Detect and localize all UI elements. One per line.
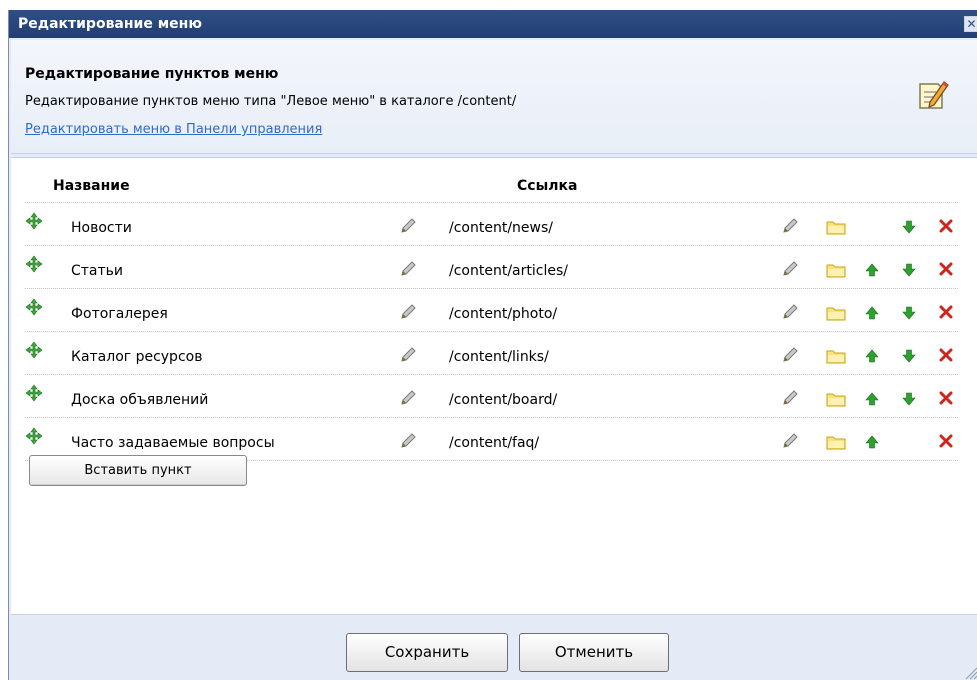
menu-item-link: /content/photo/ (449, 306, 558, 322)
edit-link-pencil-icon[interactable] (781, 432, 799, 450)
menu-item-row: Фотогалерея /content/photo/ (25, 289, 958, 332)
menu-item-link: /content/faq/ (449, 435, 540, 451)
edit-note-icon (919, 81, 949, 109)
menu-item-row: Каталог ресурсов /content/links/ (25, 332, 958, 375)
menu-item-link: /content/links/ (449, 349, 549, 365)
delete-icon[interactable] (939, 391, 953, 405)
delete-icon[interactable] (939, 348, 953, 362)
menu-item-name: Новости (71, 220, 132, 236)
move-icon[interactable] (25, 212, 43, 230)
dialog-titlebar[interactable]: Редактирование меню (9, 10, 977, 38)
edit-link-pencil-icon[interactable] (781, 346, 799, 364)
move-icon[interactable] (25, 298, 43, 316)
edit-link-pencil-icon[interactable] (781, 260, 799, 278)
menu-item-name: Фотогалерея (71, 306, 168, 322)
move-up-arrow-icon[interactable] (865, 306, 879, 320)
move-down-arrow-icon[interactable] (902, 263, 916, 277)
edit-name-pencil-icon[interactable] (399, 303, 417, 321)
move-down-arrow-icon[interactable] (902, 392, 916, 406)
control-panel-link[interactable]: Редактировать меню в Панели управления (25, 122, 322, 137)
delete-icon[interactable] (939, 434, 953, 448)
menu-items-panel: Название Ссылка Новости /content/news/ С… (11, 157, 977, 615)
delete-icon[interactable] (939, 262, 953, 276)
menu-item-name: Часто задаваемые вопросы (71, 435, 275, 451)
menu-item-link: /content/news/ (449, 220, 553, 236)
edit-name-pencil-icon[interactable] (399, 432, 417, 450)
folder-icon[interactable] (826, 219, 846, 235)
menu-item-row: Статьи /content/articles/ (25, 246, 958, 289)
folder-icon[interactable] (826, 262, 846, 278)
menu-item-row: Новости /content/news/ (25, 203, 958, 246)
menu-item-name: Статьи (71, 263, 124, 279)
edit-link-pencil-icon[interactable] (781, 389, 799, 407)
menu-item-link: /content/articles/ (449, 263, 568, 279)
move-up-arrow-icon[interactable] (865, 392, 879, 406)
delete-icon[interactable] (939, 219, 953, 233)
dialog-title: Редактирование меню (18, 16, 202, 32)
edit-name-pencil-icon[interactable] (399, 389, 417, 407)
menu-item-name: Доска объявлений (71, 392, 209, 408)
insert-item-button[interactable]: Вставить пункт (29, 455, 247, 486)
menu-item-name: Каталог ресурсов (71, 349, 203, 365)
folder-icon[interactable] (826, 305, 846, 321)
move-up-arrow-icon[interactable] (865, 349, 879, 363)
column-header-name: Название (53, 178, 130, 194)
edit-name-pencil-icon[interactable] (399, 260, 417, 278)
cancel-button[interactable]: Отменить (519, 633, 669, 672)
delete-icon[interactable] (939, 305, 953, 319)
header-title: Редактирование пунктов меню (25, 66, 279, 82)
menu-edit-dialog: Редактирование меню ✕ Редактирование пун… (8, 10, 977, 680)
move-down-arrow-icon[interactable] (902, 220, 916, 234)
move-up-arrow-icon[interactable] (865, 263, 879, 277)
folder-icon[interactable] (826, 434, 846, 450)
edit-link-pencil-icon[interactable] (781, 217, 799, 235)
folder-icon[interactable] (826, 348, 846, 364)
edit-name-pencil-icon[interactable] (399, 217, 417, 235)
move-down-arrow-icon[interactable] (902, 306, 916, 320)
menu-item-link: /content/board/ (449, 392, 558, 408)
move-down-arrow-icon[interactable] (902, 349, 916, 363)
move-icon[interactable] (25, 341, 43, 359)
dialog-header: Редактирование пунктов меню Редактирован… (11, 40, 977, 154)
resize-grip-icon[interactable] (962, 664, 977, 680)
close-icon[interactable]: ✕ (964, 16, 977, 32)
column-header-link: Ссылка (517, 178, 578, 194)
folder-icon[interactable] (826, 391, 846, 407)
move-up-arrow-icon[interactable] (865, 435, 879, 449)
edit-name-pencil-icon[interactable] (399, 346, 417, 364)
move-icon[interactable] (25, 384, 43, 402)
header-description: Редактирование пунктов меню типа "Левое … (25, 94, 517, 109)
save-button[interactable]: Сохранить (346, 633, 508, 672)
menu-item-row: Доска объявлений /content/board/ (25, 375, 958, 418)
move-icon[interactable] (25, 255, 43, 273)
edit-link-pencil-icon[interactable] (781, 303, 799, 321)
move-icon[interactable] (25, 427, 43, 445)
